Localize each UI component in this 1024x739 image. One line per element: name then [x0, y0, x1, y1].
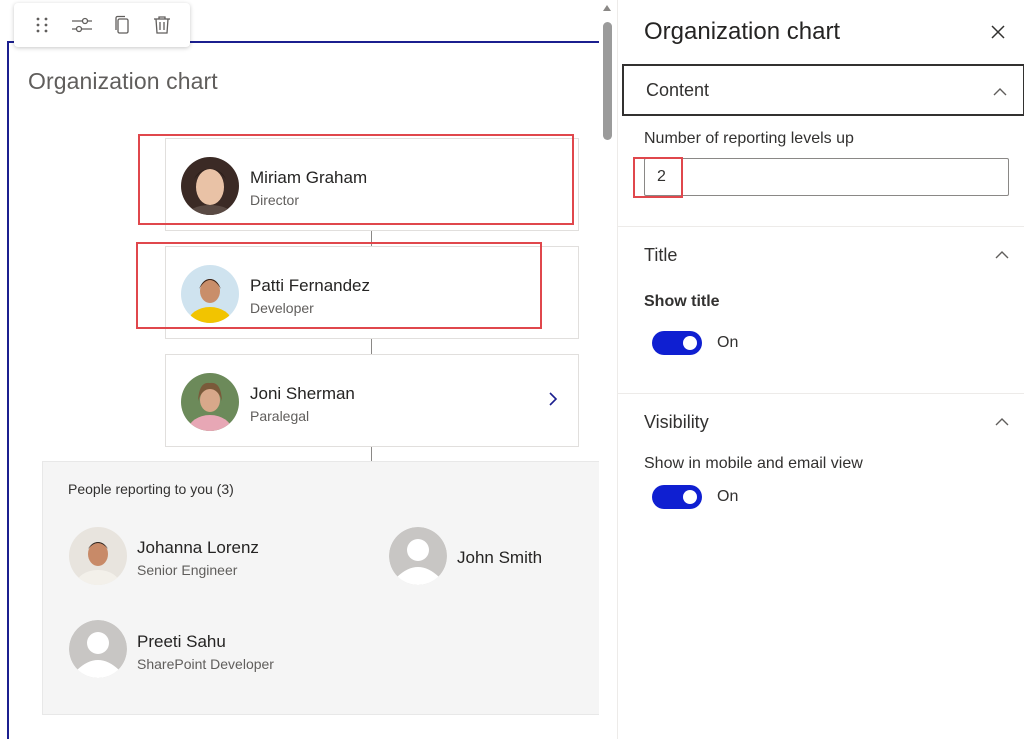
- title-section-header[interactable]: Title: [622, 229, 1024, 281]
- current-user-card[interactable]: Joni Sherman Paralegal: [165, 354, 579, 447]
- mobile-view-toggle-row: On: [652, 485, 738, 509]
- chevron-up-icon: [993, 84, 1007, 102]
- person-name: Miriam Graham: [250, 168, 368, 187]
- report-person[interactable]: Johanna Lorenz Senior Engineer: [69, 527, 329, 587]
- default-avatar-icon: [69, 620, 127, 678]
- section-label: Visibility: [644, 411, 709, 432]
- person-name: Joni Sherman: [250, 384, 355, 403]
- show-title-toggle[interactable]: [652, 331, 702, 355]
- toggle-knob: [683, 490, 697, 504]
- mobile-view-label: Show in mobile and email view: [644, 455, 863, 472]
- webpart-toolbar: [14, 3, 190, 47]
- chevron-right-icon[interactable]: [548, 391, 558, 412]
- section-label: Content: [646, 79, 710, 100]
- app-root: Organization chart Miriam Graham Directo…: [0, 0, 1024, 739]
- person-role: SharePoint Developer: [137, 656, 274, 672]
- close-icon[interactable]: [988, 22, 1008, 42]
- person-role: Senior Engineer: [137, 562, 238, 578]
- chart-connector: [371, 231, 372, 247]
- default-avatar-icon: [389, 527, 447, 585]
- chevron-up-icon: [995, 247, 1009, 265]
- visibility-section-header[interactable]: Visibility: [622, 396, 1024, 448]
- edit-properties-icon[interactable]: [67, 10, 97, 40]
- toggle-state: On: [717, 488, 739, 505]
- show-title-label: Show title: [644, 293, 720, 310]
- person-role: Paralegal: [250, 408, 310, 424]
- person-photo: [181, 157, 239, 215]
- person-name: Johanna Lorenz: [137, 538, 259, 557]
- person-role: Director: [250, 192, 300, 208]
- drag-handle-icon[interactable]: [27, 10, 57, 40]
- webpart-title[interactable]: Organization chart: [28, 68, 218, 95]
- pane-title: Organization chart: [644, 18, 841, 45]
- scroll-up-arrow-icon[interactable]: [602, 0, 612, 11]
- duplicate-icon[interactable]: [107, 10, 137, 40]
- person-name: Patti Fernandez: [250, 276, 371, 295]
- toggle-state: On: [717, 334, 739, 351]
- levels-up-label: Number of reporting levels up: [644, 130, 854, 147]
- toggle-knob: [683, 336, 697, 350]
- manager-card[interactable]: Patti Fernandez Developer: [165, 246, 579, 339]
- delete-icon[interactable]: [147, 10, 177, 40]
- person-photo: [181, 373, 239, 431]
- section-label: Title: [644, 244, 678, 265]
- show-title-toggle-row: On: [652, 331, 738, 355]
- person-photo: [69, 527, 127, 585]
- person-name: John Smith: [457, 548, 543, 567]
- direct-reports-panel: People reporting to you (3) Johanna Lore…: [42, 461, 604, 715]
- scrollbar-thumb[interactable]: [603, 22, 612, 140]
- direct-reports-label: People reporting to you (3): [68, 481, 234, 497]
- person-name: Preeti Sahu: [137, 632, 226, 651]
- manager-card[interactable]: Miriam Graham Director: [165, 138, 579, 231]
- section-divider: [618, 226, 1024, 227]
- section-divider: [618, 393, 1024, 394]
- chart-connector: [371, 447, 372, 462]
- chevron-up-icon: [995, 414, 1009, 432]
- levels-up-input[interactable]: [644, 158, 1009, 196]
- page-canvas: Organization chart Miriam Graham Directo…: [0, 0, 617, 739]
- report-person[interactable]: John Smith: [389, 527, 589, 587]
- report-person[interactable]: Preeti Sahu SharePoint Developer: [69, 620, 349, 680]
- property-pane: Organization chart Content Number of rep…: [617, 0, 1024, 739]
- person-role: Developer: [250, 300, 314, 316]
- chart-connector: [371, 339, 372, 355]
- person-photo: [181, 265, 239, 323]
- content-section-header[interactable]: Content: [622, 64, 1024, 116]
- mobile-view-toggle[interactable]: [652, 485, 702, 509]
